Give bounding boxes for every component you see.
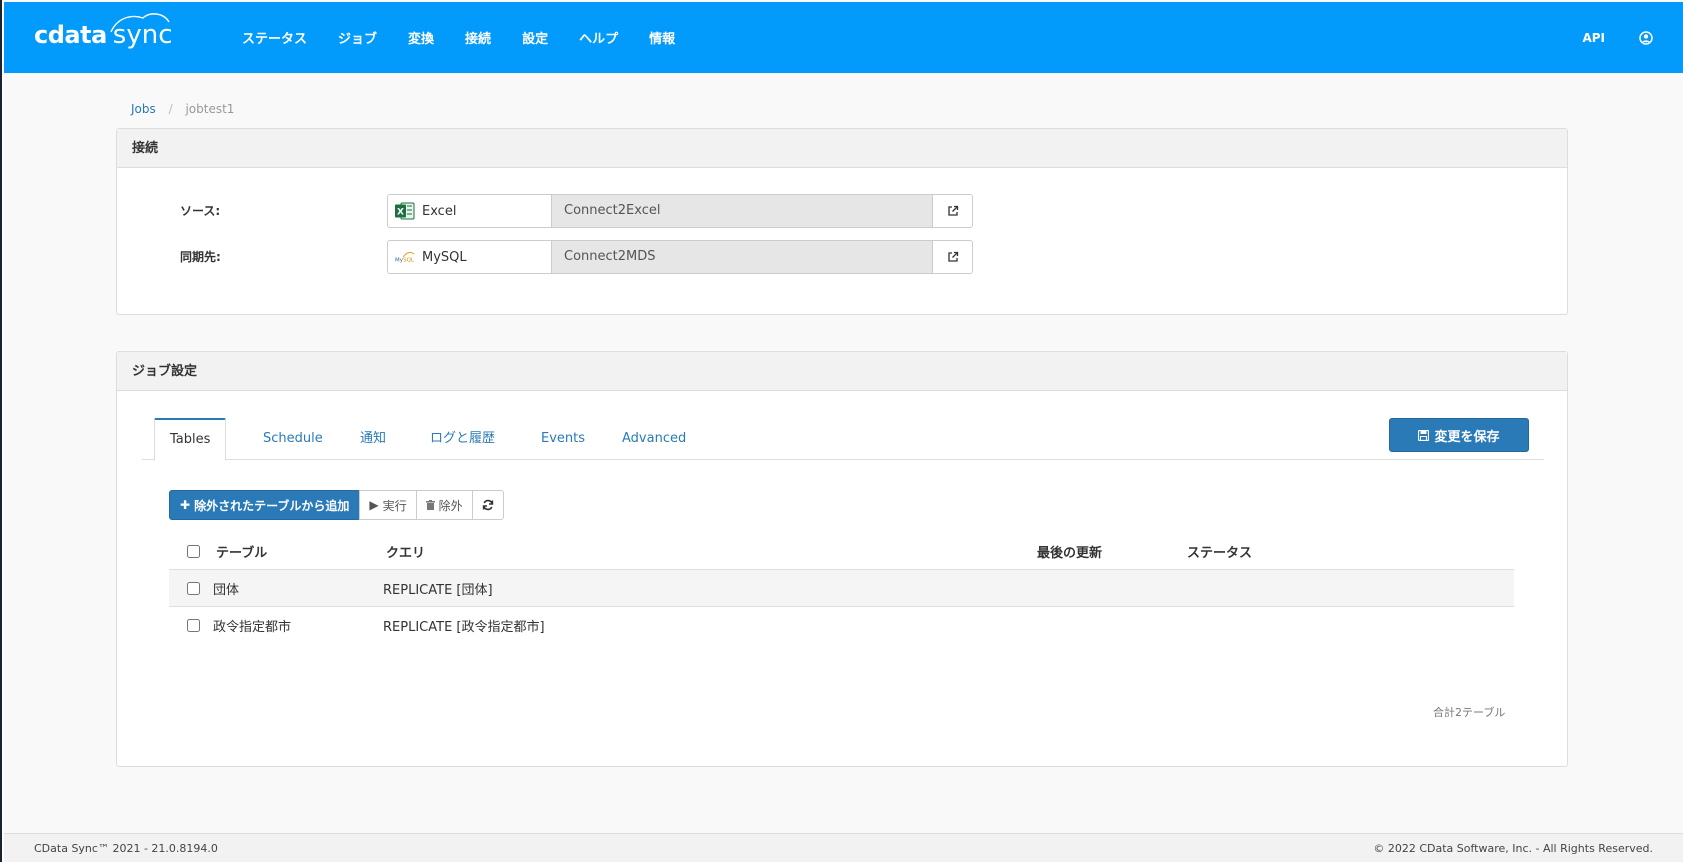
source-row: ソース: X Excel Connect2Excel [180,194,973,228]
breadcrumb: Jobs / jobtest1 [131,102,234,116]
save-changes-button[interactable]: 変更を保存 [1389,418,1529,452]
select-all-checkbox[interactable] [187,544,200,558]
tab-logs-history[interactable]: ログと履歴 [415,418,510,460]
destination-connection-name: Connect2MDS [551,240,933,274]
connections-panel-title: 接続 [117,129,1567,168]
svg-text:X: X [397,208,404,218]
cdata-sync-logo[interactable]: cdata sync [34,13,173,54]
trash-icon [425,500,435,510]
tables-toolbar: ✚ 除外されたテーブルから追加 ▶ 実行 除外 [169,490,504,520]
table-header: テーブル クエリ 最後の更新 ステータス [169,533,1514,570]
source-type: X Excel [387,194,551,228]
nav-right: API [1582,2,1653,73]
refresh-icon [482,499,493,511]
row-checkbox[interactable] [187,581,200,595]
tables-table: テーブル クエリ 最後の更新 ステータス 団体 REPLICATE [団体] 政… [169,533,1514,644]
job-settings-panel-title: ジョブ設定 [117,352,1567,391]
tab-notifications[interactable]: 通知 [345,418,401,460]
exclude-button[interactable]: 除外 [415,490,473,520]
nav-status[interactable]: ステータス [242,28,307,47]
run-button[interactable]: ▶ 実行 [359,490,417,520]
run-label: 実行 [382,498,407,513]
logo-brand: cdata [34,21,107,49]
select-all-cell [169,544,207,558]
nav-connections[interactable]: 接続 [465,28,491,47]
top-navbar: cdata sync ステータス ジョブ 変換 接続 設定 ヘルプ 情報 API [4,2,1683,73]
footer-version: CData Sync™ 2021 - 21.0.8194.0 [34,842,218,855]
main-nav: ステータス ジョブ 変換 接続 設定 ヘルプ 情報 [242,2,706,73]
nav-jobs[interactable]: ジョブ [338,28,377,47]
job-tabs: Tables Schedule 通知 ログと履歴 Events Advanced [142,418,1544,461]
destination-type: My SQL MySQL [387,240,551,274]
row-select-cell [169,581,207,595]
destination-open-button[interactable] [933,240,973,274]
save-changes-label: 変更を保存 [1434,429,1500,445]
column-header-status[interactable]: ステータス [1187,542,1387,561]
external-link-icon [947,205,958,216]
tab-tables[interactable]: Tables [154,418,227,461]
source-connection-group: X Excel Connect2Excel [387,194,973,228]
refresh-button[interactable] [471,490,504,520]
svg-text:SQL: SQL [403,258,414,264]
nav-info[interactable]: 情報 [649,28,675,47]
source-open-button[interactable] [933,194,973,228]
row-select-cell [169,619,207,632]
connections-panel: 接続 ソース: X Excel Connect2Excel 同期先: My SQ… [116,128,1568,315]
excel-icon: X [395,201,415,221]
breadcrumb-jobs-link[interactable]: Jobs [131,102,156,116]
row-checkbox[interactable] [187,619,200,632]
app-frame: cdata sync ステータス ジョブ 変換 接続 設定 ヘルプ 情報 API [0,0,1683,862]
destination-label: 同期先: [180,250,221,264]
column-header-last-updated[interactable]: 最後の更新 [1037,542,1187,561]
destination-connection-group: My SQL MySQL Connect2MDS [387,240,973,274]
add-excluded-tables-label: 除外されたテーブルから追加 [194,498,350,513]
nav-settings[interactable]: 設定 [522,28,548,47]
user-circle-icon[interactable] [1639,30,1653,45]
row-query: REPLICATE [団体] [383,582,493,598]
row-table-name: 団体 [213,582,240,598]
tab-schedule[interactable]: Schedule [248,418,338,460]
job-settings-panel: ジョブ設定 Tables Schedule 通知 ログと履歴 Events Ad… [116,351,1568,767]
row-table-name: 政令指定都市 [213,620,292,635]
play-icon: ▶ [369,498,379,512]
table-row[interactable]: 団体 REPLICATE [団体] [169,570,1514,607]
tab-advanced[interactable]: Advanced [607,418,701,460]
logo-product: sync [110,13,173,50]
table-total-count: 合計2テーブル [1433,706,1506,719]
mysql-icon: My SQL [395,247,415,267]
plus-icon: ✚ [180,498,191,512]
footer-copyright: © 2022 CData Software, Inc. - All Rights… [1373,842,1653,855]
cloud-swoosh-icon [110,13,170,33]
table-row[interactable]: 政令指定都市 REPLICATE [政令指定都市] [169,607,1514,644]
breadcrumb-separator: / [168,102,173,116]
column-header-query[interactable]: クエリ [383,542,1037,561]
source-connection-name: Connect2Excel [551,194,933,228]
exclude-label: 除外 [438,498,463,513]
row-query: REPLICATE [政令指定都市] [383,620,545,635]
column-header-table[interactable]: テーブル [207,542,383,561]
external-link-icon [947,251,958,262]
source-type-label: Excel [422,203,457,219]
nav-help[interactable]: ヘルプ [579,28,618,47]
destination-type-label: MySQL [422,249,467,265]
source-label: ソース: [180,204,221,218]
api-link[interactable]: API [1582,31,1605,45]
footer: CData Sync™ 2021 - 21.0.8194.0 © 2022 CD… [4,833,1683,862]
floppy-disk-icon [1418,429,1430,441]
nav-transformations[interactable]: 変換 [408,28,434,47]
breadcrumb-current: jobtest1 [185,102,235,116]
tab-events[interactable]: Events [526,418,600,460]
destination-row: 同期先: My SQL MySQL Connect2MDS [180,240,973,274]
add-excluded-tables-button[interactable]: ✚ 除外されたテーブルから追加 [169,490,361,520]
